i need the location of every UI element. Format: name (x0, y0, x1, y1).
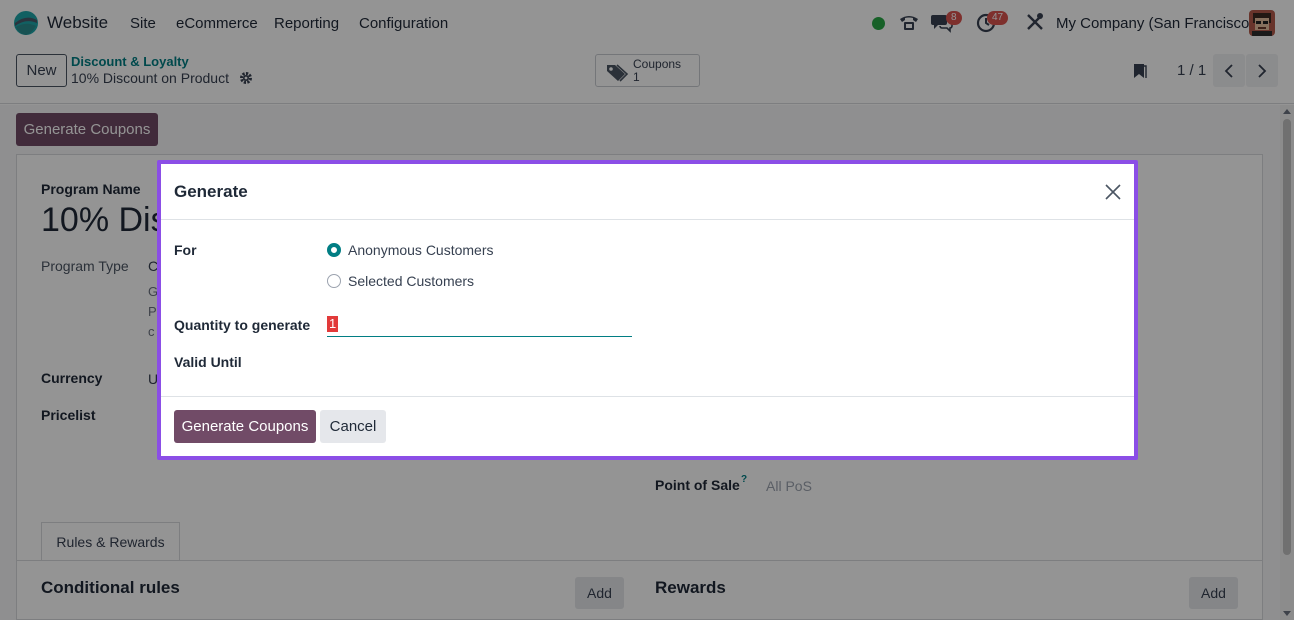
dialog-header: Generate (161, 164, 1134, 220)
quantity-value[interactable]: 1 (327, 316, 339, 332)
radio-anonymous-customers[interactable] (327, 243, 341, 257)
dialog-footer-divider (161, 396, 1134, 397)
quantity-input[interactable]: 1 (327, 312, 632, 337)
quantity-label: Quantity to generate (174, 317, 311, 333)
radio-selected-customers[interactable] (327, 274, 341, 288)
close-icon[interactable] (1105, 184, 1121, 200)
option-selected-customers[interactable]: Selected Customers (348, 273, 474, 289)
cancel-button[interactable]: Cancel (320, 410, 386, 443)
dialog-title: Generate (174, 182, 248, 201)
generate-coupons-button[interactable]: Generate Coupons (174, 410, 316, 443)
generate-dialog: Generate For Anonymous Customers Selecte… (157, 160, 1138, 460)
for-label: For (174, 242, 197, 258)
option-anonymous-customers[interactable]: Anonymous Customers (348, 242, 494, 258)
valid-until-label: Valid Until (174, 354, 242, 370)
